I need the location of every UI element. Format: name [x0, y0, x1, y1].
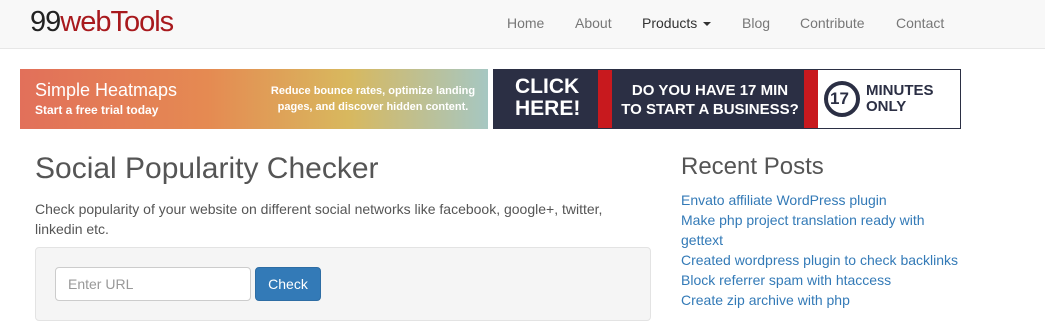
- ad-heatmaps-body: Reduce bounce rates, optimize landing pa…: [270, 85, 476, 113]
- nav-contact[interactable]: Contact: [896, 15, 944, 31]
- ad-banner-17-minutes[interactable]: CLICK HERE! DO YOU HAVE 17 MIN TO START …: [493, 69, 961, 129]
- page-description: Check popularity of your website on diff…: [35, 201, 603, 237]
- ad-heatmaps-title: Simple Heatmaps: [35, 80, 178, 100]
- recent-post-link[interactable]: Block referrer spam with htaccess: [681, 272, 891, 288]
- ad-logo-number: 17: [830, 89, 849, 108]
- nav-blog[interactable]: Blog: [742, 15, 770, 31]
- recent-post-link[interactable]: Created wordpress plugin to check backli…: [681, 252, 958, 268]
- ad-banner-heatmaps[interactable]: Simple Heatmaps Start a free trial today…: [20, 69, 488, 129]
- brand-logo[interactable]: 99webTools: [30, 4, 174, 40]
- nav-home[interactable]: Home: [507, 15, 544, 31]
- list-item: Create zip archive with php: [681, 290, 981, 310]
- clock-logo-icon: 17: [824, 81, 860, 117]
- nav-products-label: Products: [642, 15, 698, 31]
- ad-question-block: DO YOU HAVE 17 MIN TO START A BUSINESS?: [612, 70, 804, 128]
- ad-cta-text: CLICK HERE!: [515, 75, 581, 120]
- ad-divider: [598, 70, 612, 128]
- recent-post-link[interactable]: Make php project translation ready with …: [681, 212, 925, 248]
- nav-products[interactable]: Products: [642, 15, 712, 31]
- recent-post-link[interactable]: Envato affiliate WordPress plugin: [681, 192, 887, 208]
- ad-cta-block: CLICK HERE!: [494, 70, 598, 128]
- check-button[interactable]: Check: [255, 267, 321, 301]
- recent-posts-list: Envato affiliate WordPress plugin Make p…: [681, 190, 981, 310]
- ad-divider: [804, 70, 818, 128]
- brand-number: 99: [30, 6, 61, 38]
- recent-posts-title: Recent Posts: [681, 153, 824, 180]
- ad-question-text: DO YOU HAVE 17 MIN TO START A BUSINESS?: [621, 82, 799, 118]
- recent-post-link[interactable]: Create zip archive with php: [681, 292, 850, 308]
- navbar: 99webTools Home About Products Blog Cont…: [0, 0, 1045, 49]
- list-item: Created wordpress plugin to check backli…: [681, 250, 981, 270]
- page-title: Social Popularity Checker: [35, 152, 379, 185]
- url-input[interactable]: [55, 267, 251, 301]
- brand-name: webTools: [60, 6, 174, 38]
- nav-about[interactable]: About: [575, 15, 612, 31]
- list-item: Envato affiliate WordPress plugin: [681, 190, 981, 210]
- nav-contribute[interactable]: Contribute: [800, 15, 865, 31]
- ad-tagline: MINUTES ONLY: [866, 82, 934, 115]
- list-item: Block referrer spam with htaccess: [681, 270, 981, 290]
- chevron-down-icon: [703, 22, 712, 27]
- ad-heatmaps-subtitle: Start a free trial today: [35, 103, 159, 117]
- list-item: Make php project translation ready with …: [681, 210, 941, 250]
